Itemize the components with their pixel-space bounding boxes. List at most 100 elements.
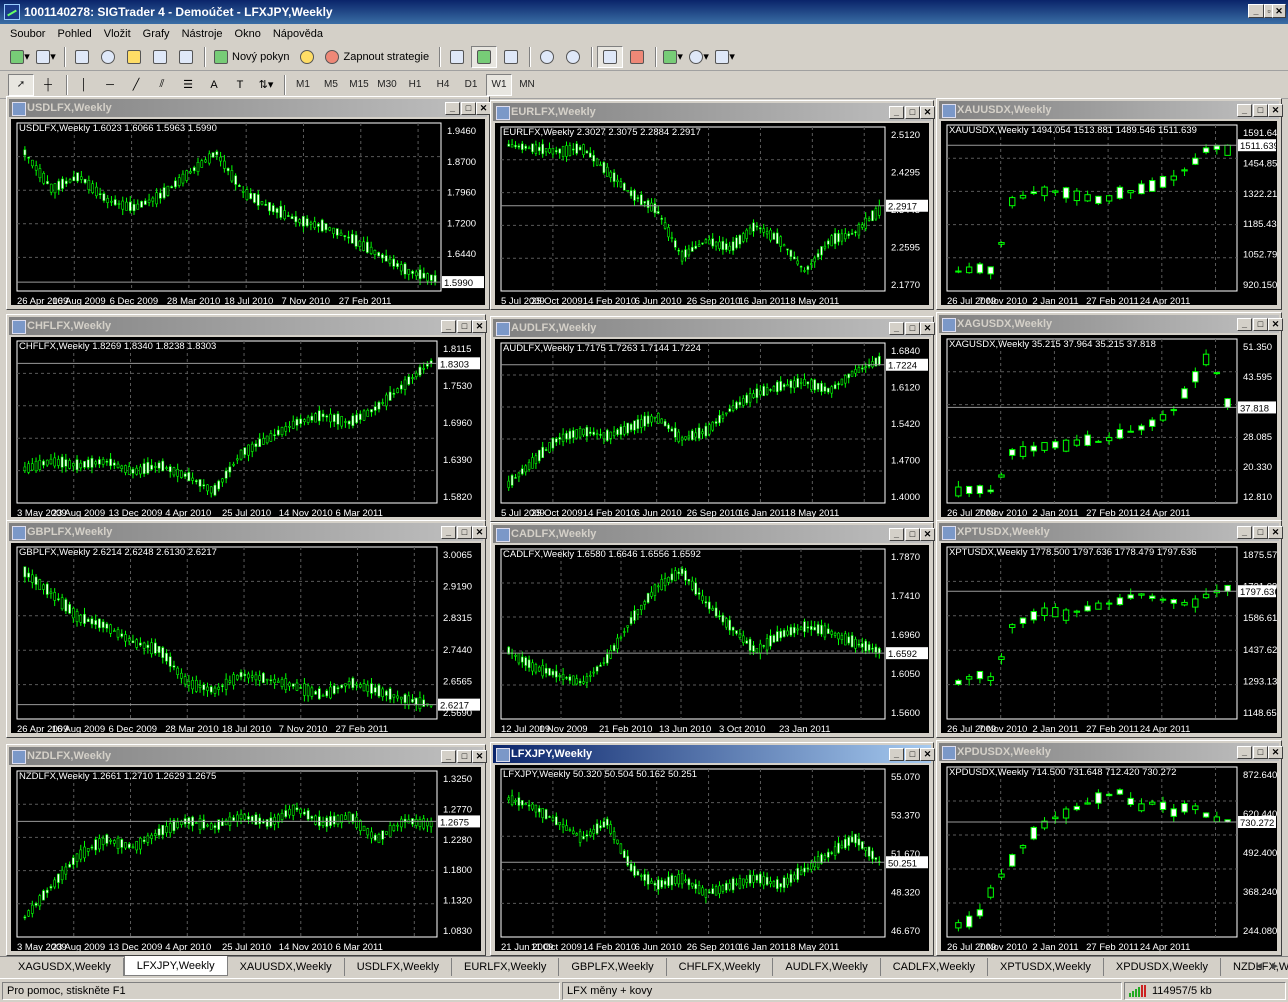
chart-close-button[interactable]: ✕ [920, 528, 935, 541]
tab-usdlfx[interactable]: USDLFX,Weekly [345, 958, 453, 976]
line-chart-button[interactable] [499, 46, 523, 68]
chart-window-title[interactable]: CADLFX,Weekly _ □ ✕ [493, 525, 935, 543]
menu-soubor[interactable]: Soubor [4, 28, 51, 40]
horizontal-line-button[interactable]: ─ [98, 74, 122, 96]
chart-window-title[interactable]: CHFLFX,Weekly _ □ ✕ [9, 317, 487, 335]
chart-maximize-button[interactable]: □ [905, 748, 920, 761]
menu-vlozit[interactable]: Vložit [98, 28, 137, 40]
chart-window-chflfx[interactable]: CHFLFX,Weekly _ □ ✕ 1.8115 1.7530 1.6960 1.6390… [6, 314, 487, 522]
fibonacci-button[interactable]: ☰ [176, 74, 200, 96]
tester-button[interactable] [174, 46, 198, 68]
tab-eurlfx[interactable]: EURLFX,Weekly [452, 958, 560, 976]
close-button[interactable]: ✕ [1272, 4, 1286, 18]
chart-minimize-button[interactable]: _ [889, 322, 904, 335]
new-chart-button[interactable]: ▾ [8, 46, 32, 68]
chart-maximize-button[interactable]: □ [1253, 526, 1268, 539]
chart-plot[interactable]: 2.51202.42952.34452.25952.17702.29175 Ju… [495, 123, 929, 305]
menu-napoveda[interactable]: Nápověda [267, 28, 329, 40]
chart-window-title[interactable]: AUDLFX,Weekly _ □ ✕ [493, 319, 935, 337]
chart-window-xptusdx[interactable]: XPTUSDX,Weekly_□✕ 1875.5751731.0931586.61… [936, 520, 1283, 738]
templates-button[interactable]: ▾ [713, 46, 737, 68]
tf-m1[interactable]: M1 [290, 74, 316, 96]
chart-window-title[interactable]: XPDUSDX,Weekly _ □ ✕ [939, 743, 1283, 761]
chart-window-xagusdx[interactable]: XAGUSDX,Weekly_□✕51.35043.59535.84028.08… [936, 312, 1283, 522]
chart-window-usdlfx[interactable]: USDLFX,Weekly _ □ ✕ 1.9460 1.8700 1.7960 1.7200… [6, 96, 491, 310]
chart-window-title[interactable]: EURLFX,Weekly _ □ ✕ [493, 103, 935, 121]
tf-d1[interactable]: D1 [458, 74, 484, 96]
chart-window-title[interactable]: XPTUSDX,Weekly _ □ ✕ [939, 523, 1283, 541]
tf-h4[interactable]: H4 [430, 74, 456, 96]
new-order-button[interactable]: Nový pokyn [210, 46, 293, 68]
chart-minimize-button[interactable]: _ [445, 102, 460, 115]
channel-button[interactable]: ⫽ [150, 74, 174, 96]
chart-window-title[interactable]: XAGUSDX,Weekly _ □ ✕ [939, 315, 1283, 333]
tf-m30[interactable]: M30 [374, 74, 400, 96]
chart-window-title[interactable]: GBPLFX,Weekly _ □ ✕ [9, 523, 487, 541]
chart-window-eurlfx[interactable]: EURLFX,Weekly_□✕ 2.51202.42952.34452.2595… [490, 100, 935, 310]
text-button[interactable]: A [202, 74, 226, 96]
chart-maximize-button[interactable]: □ [461, 102, 476, 115]
tab-scroll-right-icon[interactable]: ► [1270, 961, 1280, 972]
chart-plot[interactable]: 872.640 620.440 492.400 368.240 244.080 730.2… [941, 763, 1277, 951]
navigator-button[interactable] [122, 46, 146, 68]
chart-close-button[interactable]: ✕ [920, 322, 935, 335]
chart-maximize-button[interactable]: □ [457, 750, 472, 763]
auto-scroll-button[interactable] [597, 45, 624, 68]
chart-maximize-button[interactable]: □ [1253, 746, 1268, 759]
tab-xptusdx[interactable]: XPTUSDX,Weekly [988, 958, 1104, 976]
menu-okno[interactable]: Okno [229, 28, 267, 40]
bar-chart-button[interactable] [445, 46, 469, 68]
chart-close-button[interactable]: ✕ [476, 102, 491, 115]
tab-xpdusdx[interactable]: XPDUSDX,Weekly [1104, 958, 1222, 976]
tf-m5[interactable]: M5 [318, 74, 344, 96]
chart-minimize-button[interactable]: _ [441, 526, 456, 539]
chart-maximize-button[interactable]: □ [905, 322, 920, 335]
chart-maximize-button[interactable]: □ [1253, 318, 1268, 331]
auto-trading-button[interactable]: Zapnout strategie [321, 46, 433, 68]
market-watch-button[interactable] [70, 46, 94, 68]
chart-maximize-button[interactable]: □ [457, 320, 472, 333]
menu-pohled[interactable]: Pohled [51, 28, 97, 40]
text-label-button[interactable]: T [228, 74, 252, 96]
menu-nastroje[interactable]: Nástroje [176, 28, 229, 40]
chart-shift-button[interactable] [625, 46, 649, 68]
metaeditor-button[interactable] [295, 46, 319, 68]
chart-plot[interactable]: 3.0065 2.9190 2.8315 2.7440 2.6565 2.5690 2.62… [11, 543, 481, 733]
tab-scroll-left-icon[interactable]: ◄ [1254, 961, 1264, 972]
chart-maximize-button[interactable]: □ [457, 526, 472, 539]
tf-mn[interactable]: MN [514, 74, 540, 96]
tab-xauusdx[interactable]: XAUUSDX,Weekly [228, 958, 345, 976]
candlestick-button[interactable] [471, 45, 498, 68]
chart-close-button[interactable]: ✕ [472, 750, 487, 763]
chart-minimize-button[interactable]: _ [889, 748, 904, 761]
chart-close-button[interactable]: ✕ [472, 320, 487, 333]
chart-plot[interactable]: 1.6840 1.6120 1.5420 1.4700 1.4000 1.7224 5 Ju… [495, 339, 929, 517]
tf-m15[interactable]: M15 [346, 74, 372, 96]
tab-chflfx[interactable]: CHFLFX,Weekly [667, 958, 774, 976]
chart-plot[interactable]: 1591.646 1454.857 1322.215 1185.430 1052.790… [941, 121, 1277, 305]
tab-lfxjpy[interactable]: LFXJPY,Weekly [123, 956, 228, 976]
arrows-button[interactable]: ⇅▾ [254, 74, 278, 96]
chart-minimize-button[interactable]: _ [889, 528, 904, 541]
chart-minimize-button[interactable]: _ [441, 320, 456, 333]
tf-w1[interactable]: W1 [486, 73, 512, 96]
tab-cadlfx[interactable]: CADLFX,Weekly [881, 958, 989, 976]
chart-minimize-button[interactable]: _ [1237, 318, 1252, 331]
chart-minimize-button[interactable]: _ [441, 750, 456, 763]
tab-audlfx[interactable]: AUDLFX,Weekly [773, 958, 881, 976]
chart-plot[interactable]: 1.3250 1.2770 1.2280 1.1800 1.1320 1.0830 1.26… [11, 767, 481, 951]
chart-minimize-button[interactable]: _ [889, 106, 904, 119]
chart-window-nzdlfx[interactable]: NZDLFX,Weekly _ □ ✕ 1.3250 1.2770 1.2280 1.1800… [6, 744, 487, 956]
chart-plot[interactable]: 1875.5751731.0931586.6111437.6201293.138… [941, 543, 1277, 733]
chart-window-title[interactable]: NZDLFX,Weekly _ □ ✕ [9, 747, 487, 765]
trendline-button[interactable]: ╱ [124, 74, 148, 96]
chart-close-button[interactable]: ✕ [920, 748, 935, 761]
zoom-in-button[interactable] [535, 46, 559, 68]
minimize-button[interactable]: _ [1248, 4, 1264, 18]
data-window-button[interactable] [96, 46, 120, 68]
chart-maximize-button[interactable]: □ [905, 528, 920, 541]
chart-plot[interactable]: 1.94601.87001.79601.72001.64401.57001.59… [11, 119, 485, 305]
menu-grafy[interactable]: Grafy [137, 28, 176, 40]
vertical-line-button[interactable]: │ [72, 74, 96, 96]
chart-minimize-button[interactable]: _ [1237, 746, 1252, 759]
